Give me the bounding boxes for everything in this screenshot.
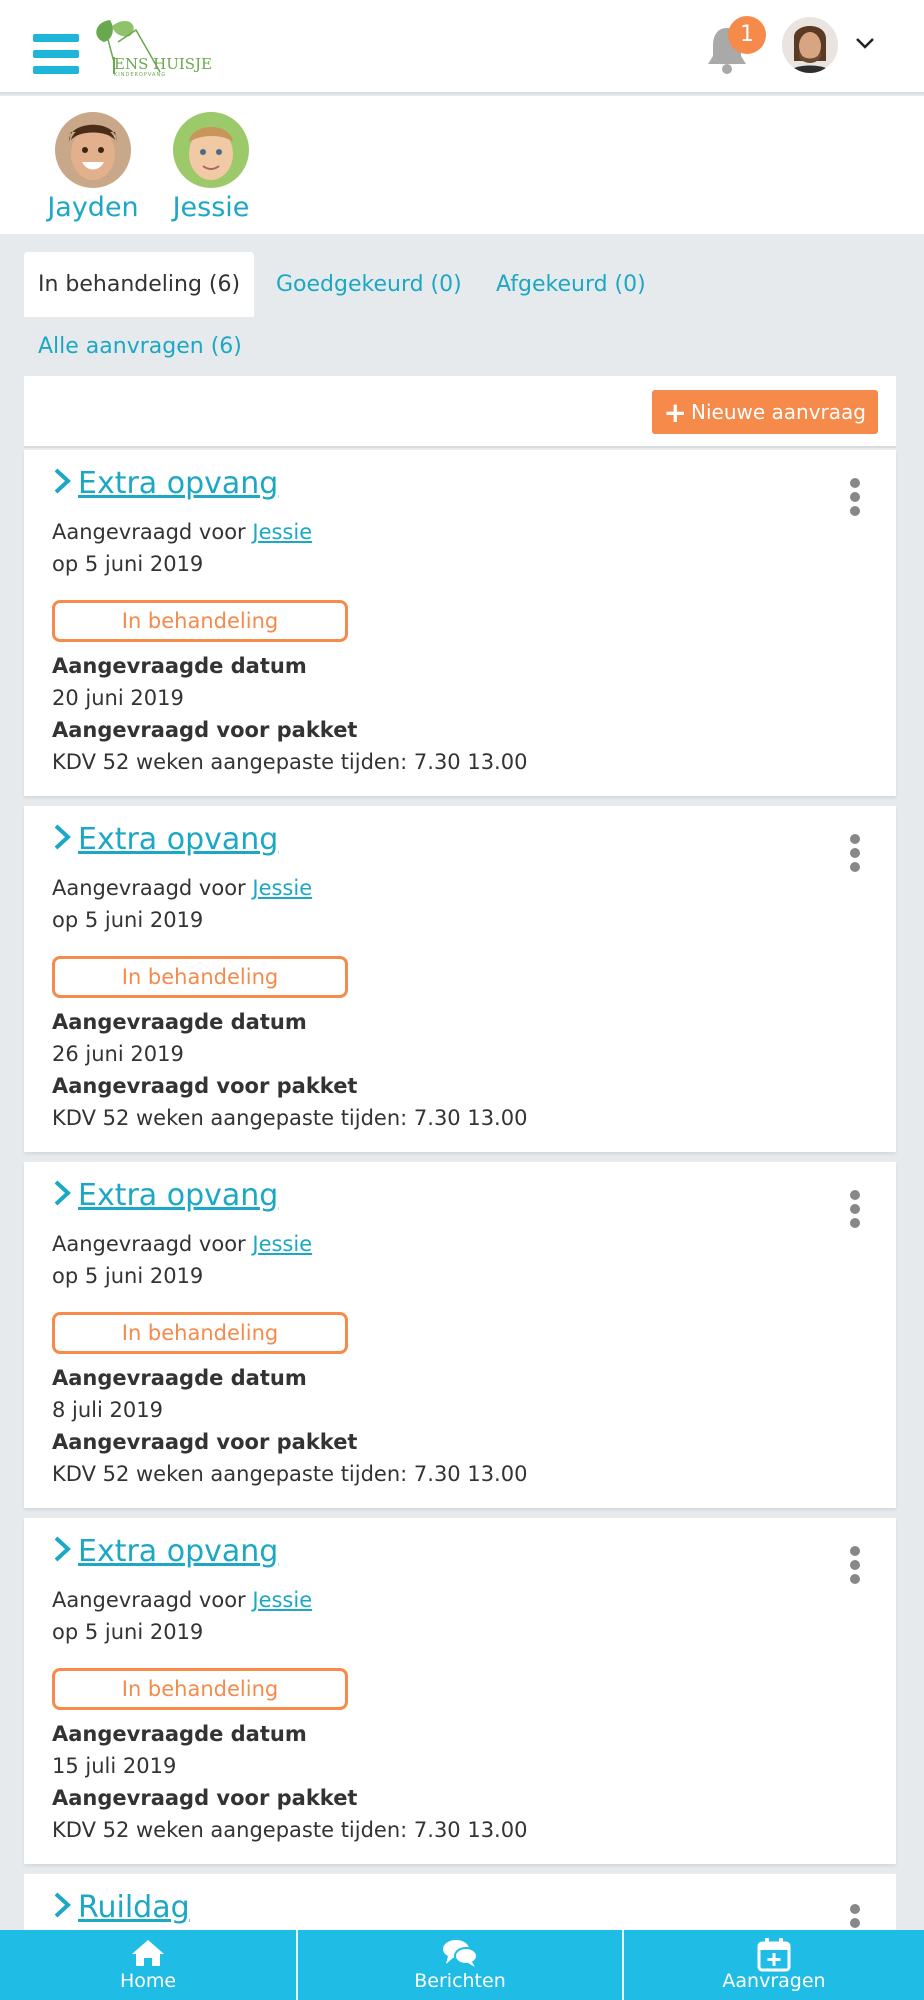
- requested-date-label: Aangevraagde datum: [52, 1366, 307, 1390]
- request-card: Extra opvang Aangevraagd voor Jessie op …: [24, 450, 896, 796]
- chevron-down-icon[interactable]: [854, 32, 876, 54]
- request-title: Extra opvang: [78, 822, 279, 857]
- request-date: op 5 juni 2019: [52, 1264, 204, 1288]
- notification-badge[interactable]: 1: [728, 16, 766, 54]
- child-jessie[interactable]: Jessie: [156, 112, 266, 223]
- child-link[interactable]: Jessie: [252, 520, 312, 544]
- request-title: Extra opvang: [78, 1178, 279, 1213]
- tab-alle-aanvragen[interactable]: Alle aanvragen (6): [38, 334, 242, 359]
- request-title-link[interactable]: Extra opvang: [52, 1178, 278, 1213]
- nav-berichten[interactable]: Berichten: [298, 1930, 622, 2000]
- app-header: ENS HUISJE KINDEROPVANG 1: [0, 0, 924, 94]
- nav-berichten-label: Berichten: [414, 1970, 506, 1992]
- package-label: Aangevraagd voor pakket: [52, 718, 358, 742]
- child-jayden[interactable]: Jayden: [38, 112, 148, 223]
- more-options-icon[interactable]: [850, 1190, 862, 1230]
- child-link[interactable]: Jessie: [252, 876, 312, 900]
- requested-date-value: 8 juli 2019: [52, 1398, 163, 1422]
- request-card: Extra opvang Aangevraagd voor Jessie op …: [24, 1162, 896, 1508]
- request-title-link[interactable]: Ruildag: [52, 1890, 190, 1925]
- home-icon: [130, 1938, 166, 1968]
- package-value: KDV 52 weken aangepaste tijden: 7.30 13.…: [52, 1818, 528, 1842]
- request-title: Extra opvang: [78, 1534, 279, 1569]
- requested-for: Aangevraagd voor Jessie: [52, 520, 313, 544]
- user-avatar[interactable]: [782, 17, 838, 73]
- status-badge: In behandeling: [52, 1312, 348, 1354]
- requested-for: Aangevraagd voor Jessie: [52, 876, 313, 900]
- hamburger-menu-icon[interactable]: [33, 34, 79, 74]
- request-date: op 5 juni 2019: [52, 908, 204, 932]
- status-badge: In behandeling: [52, 1668, 348, 1710]
- package-label: Aangevraagd voor pakket: [52, 1074, 358, 1098]
- avatar: [55, 112, 131, 188]
- package-value: KDV 52 weken aangepaste tijden: 7.30 13.…: [52, 750, 528, 774]
- logo-subtext: KINDEROPVANG: [114, 72, 167, 78]
- child-name: Jessie: [172, 192, 250, 223]
- bottom-navigation: Home Berichten Aanvragen: [0, 1930, 924, 2000]
- request-date: op 5 juni 2019: [52, 1620, 204, 1644]
- avatar: [173, 112, 249, 188]
- package-label: Aangevraagd voor pakket: [52, 1430, 358, 1454]
- tab-afgekeurd[interactable]: Afgekeurd (0): [496, 272, 646, 297]
- nav-home[interactable]: Home: [0, 1930, 296, 2000]
- chat-icon: [442, 1938, 478, 1968]
- requested-for: Aangevraagd voor Jessie: [52, 1588, 313, 1612]
- more-options-icon[interactable]: [850, 1546, 862, 1586]
- requested-for: Aangevraagd voor Jessie: [52, 1232, 313, 1256]
- request-title-link[interactable]: Extra opvang: [52, 1534, 278, 1569]
- child-name: Jayden: [47, 192, 139, 223]
- request-date: op 5 juni 2019: [52, 552, 204, 576]
- tab-goedgekeurd[interactable]: Goedgekeurd (0): [276, 272, 462, 297]
- request-title-link[interactable]: Extra opvang: [52, 822, 278, 857]
- tab-in-behandeling[interactable]: In behandeling (6): [24, 252, 255, 317]
- child-link[interactable]: Jessie: [252, 1232, 312, 1256]
- chevron-right-icon: [54, 1180, 71, 1206]
- nav-aanvragen-label: Aanvragen: [722, 1970, 826, 1992]
- new-request-button[interactable]: + Nieuwe aanvraag: [651, 390, 878, 434]
- request-title: Ruildag: [78, 1890, 190, 1925]
- plus-icon: +: [663, 396, 688, 429]
- request-card: Extra opvang Aangevraagd voor Jessie op …: [24, 806, 896, 1152]
- status-badge: In behandeling: [52, 956, 348, 998]
- more-options-icon[interactable]: [850, 834, 862, 874]
- nav-aanvragen[interactable]: Aanvragen: [624, 1930, 924, 2000]
- package-value: KDV 52 weken aangepaste tijden: 7.30 13.…: [52, 1462, 528, 1486]
- logo-text: ENS HUISJE: [114, 55, 213, 73]
- nav-home-label: Home: [119, 1970, 177, 1992]
- package-label: Aangevraagd voor pakket: [52, 1786, 358, 1810]
- child-link[interactable]: Jessie: [252, 1588, 312, 1612]
- request-title: Extra opvang: [78, 466, 279, 501]
- more-options-icon[interactable]: [850, 478, 862, 518]
- package-value: KDV 52 weken aangepaste tijden: 7.30 13.…: [52, 1106, 528, 1130]
- chevron-right-icon: [54, 1892, 71, 1918]
- requested-date-value: 26 juni 2019: [52, 1042, 184, 1066]
- children-selector: Jayden Jessie: [0, 96, 924, 234]
- chevron-right-icon: [54, 1536, 71, 1562]
- request-title-link[interactable]: Extra opvang: [52, 466, 278, 501]
- requested-date-value: 20 juni 2019: [52, 686, 184, 710]
- new-request-label: Nieuwe aanvraag: [691, 400, 866, 424]
- request-card: Extra opvang Aangevraagd voor Jessie op …: [24, 1518, 896, 1864]
- requested-date-value: 15 juli 2019: [52, 1754, 177, 1778]
- chevron-right-icon: [54, 468, 71, 494]
- requested-date-label: Aangevraagde datum: [52, 654, 307, 678]
- requests-toolbar: + Nieuwe aanvraag: [24, 376, 896, 448]
- calendar-plus-icon: [756, 1938, 792, 1972]
- requested-date-label: Aangevraagde datum: [52, 1722, 307, 1746]
- chevron-right-icon: [54, 824, 71, 850]
- requested-date-label: Aangevraagde datum: [52, 1010, 307, 1034]
- status-badge: In behandeling: [52, 600, 348, 642]
